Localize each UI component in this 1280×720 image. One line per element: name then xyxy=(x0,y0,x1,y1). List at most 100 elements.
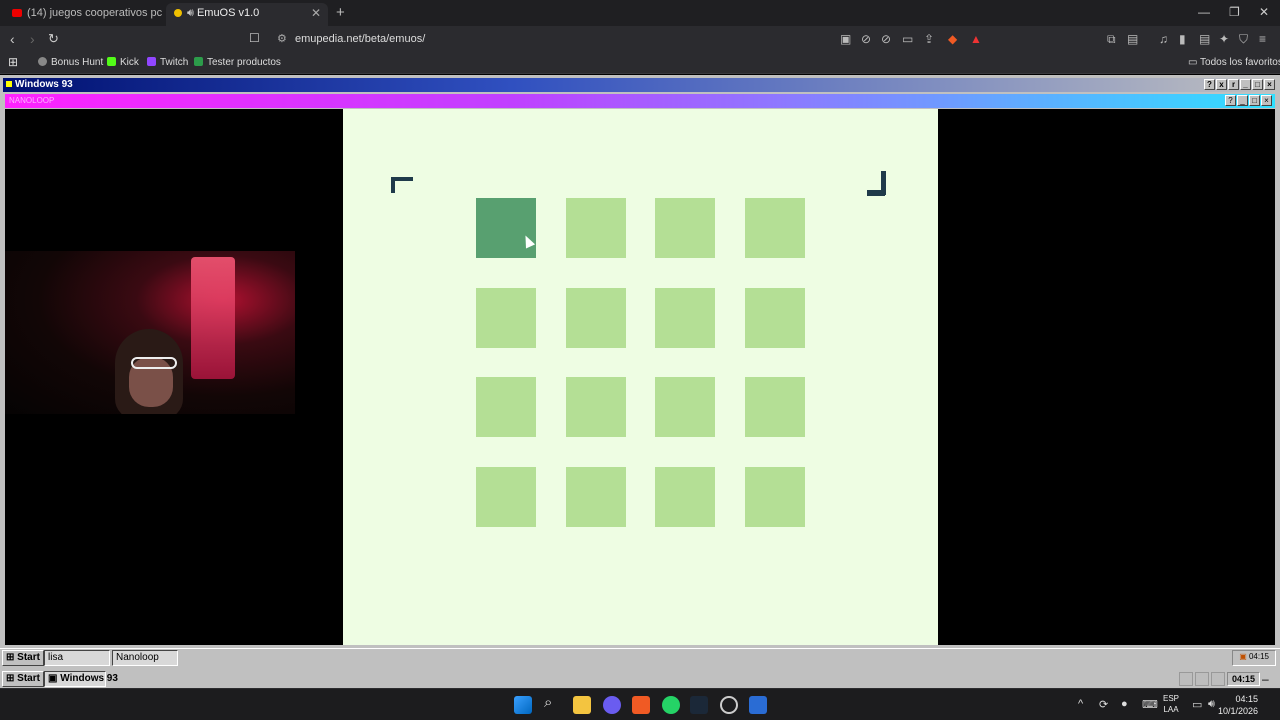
cast-icon[interactable]: ▭ xyxy=(902,32,913,46)
twitch-icon xyxy=(147,57,156,66)
language-indicator[interactable]: ESP LAA xyxy=(1163,693,1179,715)
search-icon[interactable]: ⌕ xyxy=(544,694,562,712)
bookmarks-bar: ⊞ Bonus Hunt Kick Twitch Tester producto… xyxy=(0,54,1280,74)
back-button[interactable]: ‹ xyxy=(10,31,15,47)
obs-icon[interactable] xyxy=(720,696,738,714)
menu-icon[interactable]: ≡ xyxy=(1259,32,1266,46)
microphone-icon[interactable]: ● xyxy=(1121,698,1128,710)
no-sound-icon[interactable]: ⊘ xyxy=(861,32,871,46)
wallet-icon[interactable]: ▤ xyxy=(1199,32,1210,46)
grid-cell-r1-c4[interactable] xyxy=(745,198,805,258)
bookmark-bonus-hunt[interactable]: Bonus Hunt xyxy=(38,57,103,68)
tray-icon[interactable] xyxy=(1210,672,1225,686)
tab-youtube[interactable]: (14) juegos cooperativos pc - YouTub xyxy=(4,3,162,26)
new-tab-button[interactable]: + xyxy=(336,4,345,21)
nanoloop-titlebar[interactable]: NANOLOOP ? _ □ × xyxy=(5,94,1275,108)
no-tracking-icon[interactable]: ⊘ xyxy=(881,32,891,46)
tab-emuos[interactable]: 🔊︎ EmuOS v1.0 ✕ xyxy=(166,3,328,26)
extensions-icon[interactable]: ⧉ xyxy=(1107,32,1116,47)
grid-cell-r1-c1[interactable] xyxy=(476,198,536,258)
inner-taskbar: ⊞ Start lisa Nanoloop ▣ 04:15 xyxy=(0,648,1280,666)
start-button[interactable]: ⊞ Start xyxy=(2,650,44,666)
restore-button[interactable]: ❐ xyxy=(1229,5,1240,19)
close-alt-button[interactable]: x xyxy=(1216,79,1227,90)
bookmark-kick[interactable]: Kick xyxy=(107,57,139,68)
windows-start-icon[interactable] xyxy=(514,696,532,714)
emulator-screen[interactable] xyxy=(5,109,1275,645)
clock-time: 04:15 xyxy=(1235,694,1258,704)
taskbar-item-label: Windows 93 xyxy=(60,673,118,684)
maximize-button[interactable]: □ xyxy=(1252,79,1263,90)
minimize-tray-icon[interactable]: – xyxy=(1262,672,1276,686)
close-button[interactable]: × xyxy=(1261,95,1272,106)
close-window-button[interactable]: ✕ xyxy=(1259,5,1269,19)
close-button[interactable]: × xyxy=(1264,79,1275,90)
start-button[interactable]: ⊞ Start xyxy=(2,671,44,687)
grid-cell-r2-c3[interactable] xyxy=(655,288,715,348)
brave-icon[interactable] xyxy=(632,696,650,714)
grid-cell-r3-c2[interactable] xyxy=(566,377,626,437)
grid-cell-r4-c3[interactable] xyxy=(655,467,715,527)
tab-manager-icon[interactable]: ▤ xyxy=(1127,32,1138,46)
site-info-icon[interactable]: ⚙ xyxy=(277,32,287,45)
grid-cell-r3-c3[interactable] xyxy=(655,377,715,437)
restore-button[interactable]: r xyxy=(1228,79,1239,90)
bookmark-icon[interactable]: ☐ xyxy=(249,31,260,45)
tray-icon[interactable] xyxy=(1194,672,1209,686)
grid-cell-r4-c4[interactable] xyxy=(745,467,805,527)
grid-cell-r3-c1[interactable] xyxy=(476,377,536,437)
network-icon[interactable]: ▭ xyxy=(1192,698,1202,711)
system-clock[interactable]: 04:15 10/1/2026 xyxy=(1218,693,1258,717)
whatsapp-icon[interactable] xyxy=(662,696,680,714)
vpn-icon[interactable]: ⛉ xyxy=(1239,32,1248,47)
keyboard-icon[interactable]: ⌨ xyxy=(1142,698,1158,711)
brave-shield-icon[interactable]: ◆ xyxy=(948,32,957,46)
forward-button[interactable]: › xyxy=(30,31,35,47)
bookmark-twitch[interactable]: Twitch xyxy=(147,57,188,68)
grid-cell-r1-c2[interactable] xyxy=(566,198,626,258)
bookmark-tester-productos[interactable]: Tester productos xyxy=(194,57,281,68)
apps-grid-icon[interactable]: ⊞ xyxy=(8,55,18,69)
all-favorites-label: Todos los favoritos xyxy=(1200,57,1280,68)
leo-ai-icon[interactable]: ✦ xyxy=(1219,32,1229,46)
maximize-button[interactable]: □ xyxy=(1249,95,1260,106)
grid-cell-r4-c2[interactable] xyxy=(566,467,626,527)
speaker-icon[interactable]: 🔊︎ xyxy=(187,7,194,19)
rewards-icon[interactable]: ▲ xyxy=(970,32,982,46)
grid-cell-r2-c4[interactable] xyxy=(745,288,805,348)
no-video-icon[interactable]: ▣ xyxy=(840,32,851,46)
grid-cell-r1-c3[interactable] xyxy=(655,198,715,258)
nanoloop-grid-screen[interactable] xyxy=(343,109,938,645)
show-hidden-icons[interactable]: ^ xyxy=(1078,698,1083,710)
file-explorer-icon[interactable] xyxy=(573,696,591,714)
tray-icon[interactable] xyxy=(1178,672,1193,686)
help-button[interactable]: ? xyxy=(1204,79,1215,90)
grid-cell-r2-c2[interactable] xyxy=(566,288,626,348)
share-icon[interactable]: ⇪ xyxy=(924,32,934,46)
nanoloop-title: NANOLOOP xyxy=(9,96,55,105)
url-text: emupedia.net/beta/emuos/ xyxy=(295,33,426,45)
grid-cell-r2-c1[interactable] xyxy=(476,288,536,348)
folder-icon: ▭ xyxy=(1188,57,1201,68)
grid-cell-r4-c1[interactable] xyxy=(476,467,536,527)
taskbar-item-nanoloop[interactable]: Nanoloop xyxy=(112,650,178,666)
all-favorites[interactable]: ▭ Todos los favoritos xyxy=(1188,57,1280,68)
help-button[interactable]: ? xyxy=(1225,95,1236,106)
volume-icon[interactable]: 🔊︎ xyxy=(1208,698,1215,711)
discord-icon[interactable] xyxy=(603,696,621,714)
windows93-titlebar[interactable]: Windows 93 ? x r _ □ × xyxy=(3,78,1277,92)
steam-icon[interactable] xyxy=(690,696,708,714)
sync-icon[interactable]: ⟳ xyxy=(1099,698,1108,711)
taskbar-item-lisa[interactable]: lisa xyxy=(44,650,110,666)
close-tab-icon[interactable]: ✕ xyxy=(311,6,321,20)
minimize-button[interactable]: _ xyxy=(1237,95,1248,106)
music-icon[interactable]: ♫ xyxy=(1159,32,1168,46)
grid-cell-r3-c4[interactable] xyxy=(745,377,805,437)
minimize-button[interactable]: — xyxy=(1198,5,1210,19)
minimize-button[interactable]: _ xyxy=(1240,79,1251,90)
vpn-app-icon[interactable] xyxy=(749,696,767,714)
reload-button[interactable]: ↻ xyxy=(48,31,59,47)
windows93-logo-icon xyxy=(6,81,12,87)
taskbar-item-windows93[interactable]: ▣ Windows 93 xyxy=(44,671,118,687)
sidebar-icon[interactable]: ▮ xyxy=(1179,32,1186,46)
